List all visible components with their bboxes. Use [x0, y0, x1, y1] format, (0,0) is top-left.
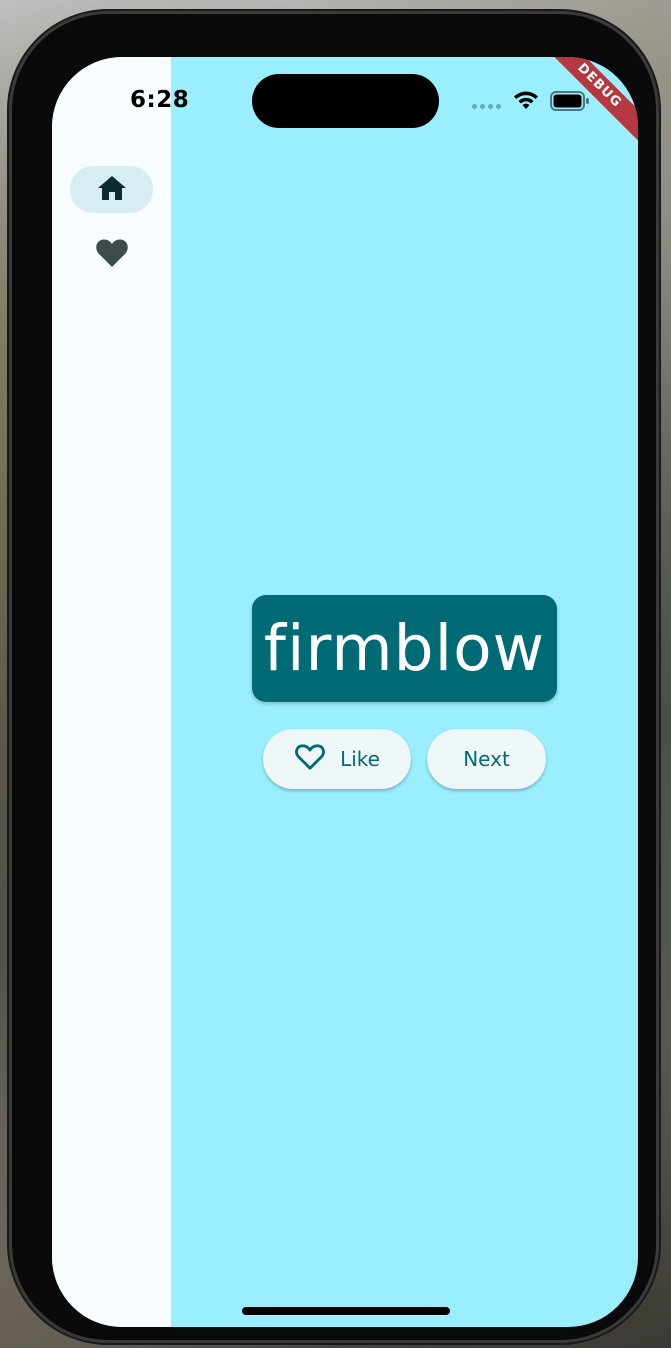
home-icon — [96, 174, 128, 206]
navigation-rail — [52, 57, 171, 1327]
home-indicator[interactable] — [242, 1307, 450, 1315]
dynamic-island — [252, 74, 439, 128]
word-pair-card: firmblow — [252, 595, 557, 702]
next-button-label: Next — [463, 747, 510, 771]
nav-rail-item-favorites[interactable] — [90, 233, 133, 276]
battery-icon — [550, 91, 590, 115]
heart-icon — [95, 238, 129, 272]
like-button-label: Like — [340, 747, 380, 771]
cellular-signal-icon — [472, 104, 501, 109]
status-bar-time: 6:28 — [130, 87, 190, 113]
next-button[interactable]: Next — [427, 729, 546, 789]
phone-frame: 6:28 DEBUG firmblow Like Next — [12, 14, 656, 1340]
app-screen: 6:28 DEBUG firmblow Like Next — [52, 57, 638, 1327]
heart-outline-icon — [294, 743, 326, 776]
wifi-icon — [512, 89, 540, 115]
word-pair-text: firmblow — [263, 612, 546, 685]
nav-rail-item-home[interactable] — [70, 166, 153, 213]
like-button[interactable]: Like — [263, 729, 411, 789]
